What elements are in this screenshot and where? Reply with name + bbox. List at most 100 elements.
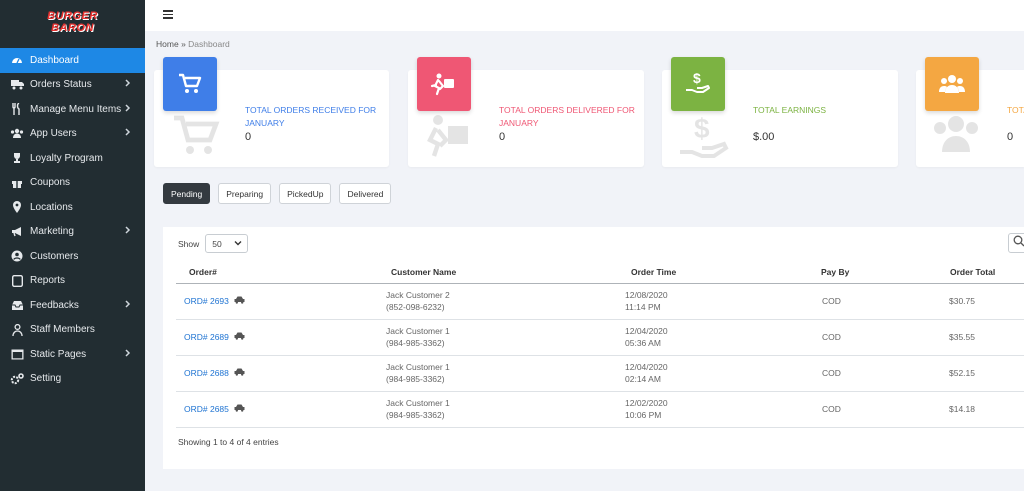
sidebar-item-staff-members[interactable]: Staff Members [0,318,145,343]
col-header-time[interactable]: Order Time [616,261,808,284]
chevron-right-icon [125,226,131,237]
sidebar-item-app-users[interactable]: App Users [0,122,145,147]
card-title: TOTAL EARNINGS [753,105,827,115]
sidebar-item-reports[interactable]: Reports [0,269,145,294]
chevron-right-icon [125,104,131,115]
svg-text:$: $ [694,113,710,144]
sidebar-item-dashboard[interactable]: Dashboard [0,48,145,73]
map-marker-icon [10,200,24,214]
order-total: $14.18 [946,391,1024,428]
order-number: ORD# 2685 [184,404,229,414]
order-number: ORD# 2693 [184,296,229,306]
filter-delivered-button[interactable]: Delivered [339,183,392,204]
card-earnings: $ $ TOTAL EARNINGS $.00 [662,57,898,167]
table-row: ORD# 2689 Jack Customer 1 (984-985-3362) 12… [176,319,1024,356]
sidebar-item-label: Feedbacks [30,299,79,311]
breadcrumb-home[interactable]: Home [156,39,179,49]
customer-phone: (852-098-6232) [386,302,445,312]
page-size-select[interactable]: 50 [205,234,249,253]
sidebar-item-manage-menu-items[interactable]: Manage Menu Items [0,97,145,122]
filter-preparing-button[interactable]: Preparing [218,183,272,204]
breadcrumb-separator: » [181,39,186,49]
user-circle-icon [10,249,24,263]
customer-name: Jack Customer 1 [386,326,450,336]
pay-by: COD [808,319,946,356]
topbar [145,0,1024,31]
show-label: Show [178,238,200,249]
bullhorn-icon [10,225,24,239]
page-size-control: Show 50 [178,234,249,253]
card-value: 0 [499,131,506,143]
order-date: 12/08/2020 [625,290,668,300]
sidebar-item-customers[interactable]: Customers [0,244,145,269]
card-title: TOTAL ORDERS DELIVERED FOR JANUARY [499,105,635,128]
chevron-right-icon [125,128,131,139]
order-number: ORD# 2689 [184,332,229,342]
sidebar-item-setting[interactable]: Setting [0,367,145,392]
col-header-payby[interactable]: Pay By [808,261,946,284]
sidebar-item-static-pages[interactable]: Static Pages [0,342,145,367]
users-icon [10,127,24,141]
order-date: 12/02/2020 [625,398,668,408]
gears-icon [10,372,24,386]
breadcrumb: Home » Dashboard [156,39,230,49]
sidebar-item-label: Marketing [30,226,74,238]
col-header-order[interactable]: Order# [176,261,377,284]
table-header-row: Order# Customer Name Order Time Pay By O… [176,261,1024,284]
table-row: ORD# 2693 Jack Customer 2 (852-098-6232) 12… [176,283,1024,320]
sidebar-item-label: Dashboard [30,54,79,66]
search-button[interactable] [1008,233,1024,253]
trophy-icon [10,151,24,165]
order-link[interactable]: ORD# 2689 [184,331,245,343]
inbox-icon [10,298,24,312]
filter-pickedup-button[interactable]: PickedUp [279,183,332,204]
sidebar-item-label: Static Pages [30,348,87,360]
sidebar-item-marketing[interactable]: Marketing [0,220,145,245]
order-link[interactable]: ORD# 2693 [184,295,245,307]
sidebar-item-coupons[interactable]: Coupons [0,171,145,196]
car-icon [234,403,245,415]
sidebar-item-label: Coupons [30,177,71,189]
sidebar-item-orders-status[interactable]: Orders Status [0,73,145,98]
table-row: ORD# 2685 Jack Customer 1 (984-985-3362) 12… [176,391,1024,428]
status-filters: Pending Preparing PickedUp Delivered [163,183,392,204]
customer-name: Jack Customer 2 [386,290,450,300]
customer-name: Jack Customer 1 [386,362,450,372]
card-orders-delivered: TOTAL ORDERS DELIVERED FOR JANUARY 0 [408,57,644,167]
card-value: $.00 [753,131,775,143]
order-number: ORD# 2688 [184,368,229,378]
window-icon [10,347,24,361]
order-time: 11:14 PM [625,302,661,312]
sidebar-item-locations[interactable]: Locations [0,195,145,220]
sidebar-item-feedbacks[interactable]: Feedbacks [0,293,145,318]
col-header-customer[interactable]: Customer Name [377,261,616,284]
customer-phone: (984-985-3362) [386,410,445,420]
card-value: 0 [245,131,252,143]
brand-logo[interactable]: BURGER BARON [0,0,145,44]
chevron-right-icon [125,79,131,90]
car-icon [234,367,245,379]
gift-icon [10,176,24,190]
order-link[interactable]: ORD# 2685 [184,403,245,415]
cart-watermark-icon [166,112,226,165]
utensils-icon [10,102,24,116]
pay-by: COD [808,355,946,392]
dashboard-icon [10,53,24,67]
filter-pending-button[interactable]: Pending [163,183,211,204]
page-size-value: 50 [212,238,222,249]
card-value: 0 [1007,131,1014,143]
col-header-total[interactable]: Order Total [946,261,1024,284]
sidebar-item-label: Setting [30,373,62,385]
sidebar-nav: Dashboard Orders Status Manage Menu Items A… [0,48,145,391]
sidebar-item-label: App Users [30,128,77,140]
money-watermark-icon: $ [674,112,734,173]
users-group-icon [925,57,979,111]
order-link[interactable]: ORD# 2688 [184,367,245,379]
table-row: ORD# 2688 Jack Customer 1 (984-985-3362) 12… [176,355,1024,392]
order-date: 12/04/2020 [625,362,668,372]
sidebar-item-loyalty-program[interactable]: Loyalty Program [0,146,145,171]
staff-icon [10,323,24,337]
sidebar-item-label: Customers [30,250,79,262]
menu-toggle-icon[interactable] [163,10,173,19]
brand-line-1: BURGER [47,10,98,22]
